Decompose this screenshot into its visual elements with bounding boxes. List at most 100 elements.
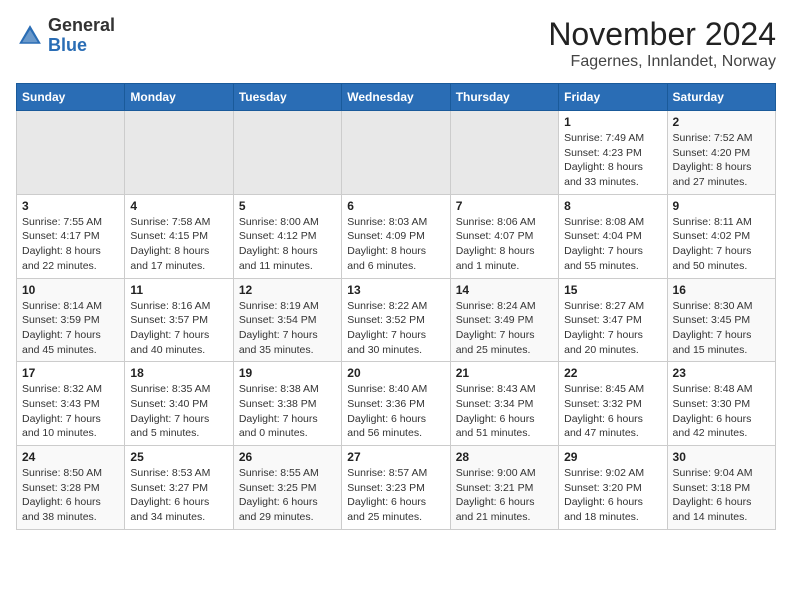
day-number: 3 (22, 199, 119, 213)
day-info: Sunrise: 8:19 AM Sunset: 3:54 PM Dayligh… (239, 299, 336, 358)
day-info: Sunrise: 9:02 AM Sunset: 3:20 PM Dayligh… (564, 466, 661, 525)
calendar-cell: 4Sunrise: 7:58 AM Sunset: 4:15 PM Daylig… (125, 194, 233, 278)
day-number: 4 (130, 199, 227, 213)
logo-text: General Blue (48, 16, 115, 56)
day-number: 22 (564, 366, 661, 380)
calendar-cell: 15 Sunrise: 8:27 AM Sunset: 3:47 PM Dayli… (559, 278, 667, 362)
calendar-cell (450, 111, 558, 195)
calendar-cell: 12Sunrise: 8:19 AM Sunset: 3:54 PM Dayli… (233, 278, 341, 362)
calendar-week-3: 10Sunrise: 8:14 AM Sunset: 3:59 PM Dayli… (17, 278, 776, 362)
calendar-cell: 20 Sunrise: 8:40 AM Sunset: 3:36 PM Dayli… (342, 362, 450, 446)
calendar-cell: 3 Sunrise: 7:55 AM Sunset: 4:17 PM Daylig… (17, 194, 125, 278)
calendar-week-2: 3 Sunrise: 7:55 AM Sunset: 4:17 PM Daylig… (17, 194, 776, 278)
day-info: Sunrise: 8:30 AM Sunset: 3:45 PM Dayligh… (673, 299, 770, 358)
calendar-cell: 22Sunrise: 8:45 AM Sunset: 3:32 PM Dayli… (559, 362, 667, 446)
weekday-header-saturday: Saturday (667, 84, 775, 111)
calendar-cell: 29Sunrise: 9:02 AM Sunset: 3:20 PM Dayli… (559, 446, 667, 530)
day-info: Sunrise: 8:03 AM Sunset: 4:09 PM Dayligh… (347, 215, 444, 274)
calendar-cell: 30 Sunrise: 9:04 AM Sunset: 3:18 PM Dayli… (667, 446, 775, 530)
day-number: 28 (456, 450, 553, 464)
day-number: 25 (130, 450, 227, 464)
day-info: Sunrise: 8:22 AM Sunset: 3:52 PM Dayligh… (347, 299, 444, 358)
calendar-cell: 11 Sunrise: 8:16 AM Sunset: 3:57 PM Dayli… (125, 278, 233, 362)
weekday-header-tuesday: Tuesday (233, 84, 341, 111)
day-info: Sunrise: 8:38 AM Sunset: 3:38 PM Dayligh… (239, 382, 336, 441)
calendar-cell: 14 Sunrise: 8:24 AM Sunset: 3:49 PM Dayli… (450, 278, 558, 362)
calendar-week-1: 1Sunrise: 7:49 AM Sunset: 4:23 PM Daylig… (17, 111, 776, 195)
calendar-week-4: 17 Sunrise: 8:32 AM Sunset: 3:43 PM Dayli… (17, 362, 776, 446)
logo-icon (16, 22, 44, 50)
weekday-header-sunday: Sunday (17, 84, 125, 111)
day-info: Sunrise: 8:40 AM Sunset: 3:36 PM Dayligh… (347, 382, 444, 441)
day-info: Sunrise: 8:53 AM Sunset: 3:27 PM Dayligh… (130, 466, 227, 525)
day-number: 10 (22, 283, 119, 297)
calendar-cell: 9 Sunrise: 8:11 AM Sunset: 4:02 PM Daylig… (667, 194, 775, 278)
calendar-cell: 28 Sunrise: 9:00 AM Sunset: 3:21 PM Dayli… (450, 446, 558, 530)
calendar-cell (342, 111, 450, 195)
calendar-cell: 10Sunrise: 8:14 AM Sunset: 3:59 PM Dayli… (17, 278, 125, 362)
day-info: Sunrise: 8:24 AM Sunset: 3:49 PM Dayligh… (456, 299, 553, 358)
day-info: Sunrise: 8:16 AM Sunset: 3:57 PM Dayligh… (130, 299, 227, 358)
calendar-cell: 23 Sunrise: 8:48 AM Sunset: 3:30 PM Dayli… (667, 362, 775, 446)
calendar-cell (125, 111, 233, 195)
day-info: Sunrise: 8:11 AM Sunset: 4:02 PM Dayligh… (673, 215, 770, 274)
day-number: 14 (456, 283, 553, 297)
day-number: 8 (564, 199, 661, 213)
day-number: 11 (130, 283, 227, 297)
day-number: 26 (239, 450, 336, 464)
day-number: 6 (347, 199, 444, 213)
day-info: Sunrise: 8:08 AM Sunset: 4:04 PM Dayligh… (564, 215, 661, 274)
day-info: Sunrise: 8:06 AM Sunset: 4:07 PM Dayligh… (456, 215, 553, 274)
calendar-cell: 8 Sunrise: 8:08 AM Sunset: 4:04 PM Daylig… (559, 194, 667, 278)
day-number: 30 (673, 450, 770, 464)
calendar-cell: 13 Sunrise: 8:22 AM Sunset: 3:52 PM Dayli… (342, 278, 450, 362)
day-number: 21 (456, 366, 553, 380)
calendar-table: SundayMondayTuesdayWednesdayThursdayFrid… (16, 83, 776, 530)
day-info: Sunrise: 9:04 AM Sunset: 3:18 PM Dayligh… (673, 466, 770, 525)
calendar-cell (233, 111, 341, 195)
day-info: Sunrise: 7:52 AM Sunset: 4:20 PM Dayligh… (673, 131, 770, 190)
logo-general-text: General (48, 16, 115, 36)
calendar-week-5: 24 Sunrise: 8:50 AM Sunset: 3:28 PM Dayli… (17, 446, 776, 530)
month-year-title: November 2024 (548, 16, 776, 53)
page-header: General Blue November 2024 Fagernes, Inn… (16, 16, 776, 71)
day-number: 2 (673, 115, 770, 129)
day-info: Sunrise: 9:00 AM Sunset: 3:21 PM Dayligh… (456, 466, 553, 525)
calendar-cell: 27Sunrise: 8:57 AM Sunset: 3:23 PM Dayli… (342, 446, 450, 530)
day-info: Sunrise: 7:55 AM Sunset: 4:17 PM Dayligh… (22, 215, 119, 274)
day-number: 13 (347, 283, 444, 297)
day-number: 20 (347, 366, 444, 380)
calendar-body: 1Sunrise: 7:49 AM Sunset: 4:23 PM Daylig… (17, 111, 776, 530)
logo: General Blue (16, 16, 115, 56)
day-info: Sunrise: 8:48 AM Sunset: 3:30 PM Dayligh… (673, 382, 770, 441)
day-info: Sunrise: 8:27 AM Sunset: 3:47 PM Dayligh… (564, 299, 661, 358)
calendar-cell (17, 111, 125, 195)
day-number: 24 (22, 450, 119, 464)
calendar-cell: 26 Sunrise: 8:55 AM Sunset: 3:25 PM Dayli… (233, 446, 341, 530)
location-subtitle: Fagernes, Innlandet, Norway (548, 53, 776, 71)
day-info: Sunrise: 8:32 AM Sunset: 3:43 PM Dayligh… (22, 382, 119, 441)
calendar-cell: 21Sunrise: 8:43 AM Sunset: 3:34 PM Dayli… (450, 362, 558, 446)
day-info: Sunrise: 8:55 AM Sunset: 3:25 PM Dayligh… (239, 466, 336, 525)
day-number: 9 (673, 199, 770, 213)
calendar-cell: 24 Sunrise: 8:50 AM Sunset: 3:28 PM Dayli… (17, 446, 125, 530)
day-number: 7 (456, 199, 553, 213)
title-block: November 2024 Fagernes, Innlandet, Norwa… (548, 16, 776, 71)
calendar-cell: 16 Sunrise: 8:30 AM Sunset: 3:45 PM Dayli… (667, 278, 775, 362)
day-number: 16 (673, 283, 770, 297)
day-info: Sunrise: 7:49 AM Sunset: 4:23 PM Dayligh… (564, 131, 661, 190)
calendar-cell: 5Sunrise: 8:00 AM Sunset: 4:12 PM Daylig… (233, 194, 341, 278)
weekday-header-thursday: Thursday (450, 84, 558, 111)
logo-blue-text: Blue (48, 36, 115, 56)
calendar-cell: 1Sunrise: 7:49 AM Sunset: 4:23 PM Daylig… (559, 111, 667, 195)
day-number: 18 (130, 366, 227, 380)
calendar-cell: 2 Sunrise: 7:52 AM Sunset: 4:20 PM Daylig… (667, 111, 775, 195)
day-number: 15 (564, 283, 661, 297)
day-info: Sunrise: 8:50 AM Sunset: 3:28 PM Dayligh… (22, 466, 119, 525)
day-number: 17 (22, 366, 119, 380)
day-number: 23 (673, 366, 770, 380)
weekday-header-row: SundayMondayTuesdayWednesdayThursdayFrid… (17, 84, 776, 111)
calendar-cell: 6 Sunrise: 8:03 AM Sunset: 4:09 PM Daylig… (342, 194, 450, 278)
day-number: 19 (239, 366, 336, 380)
calendar-cell: 18Sunrise: 8:35 AM Sunset: 3:40 PM Dayli… (125, 362, 233, 446)
